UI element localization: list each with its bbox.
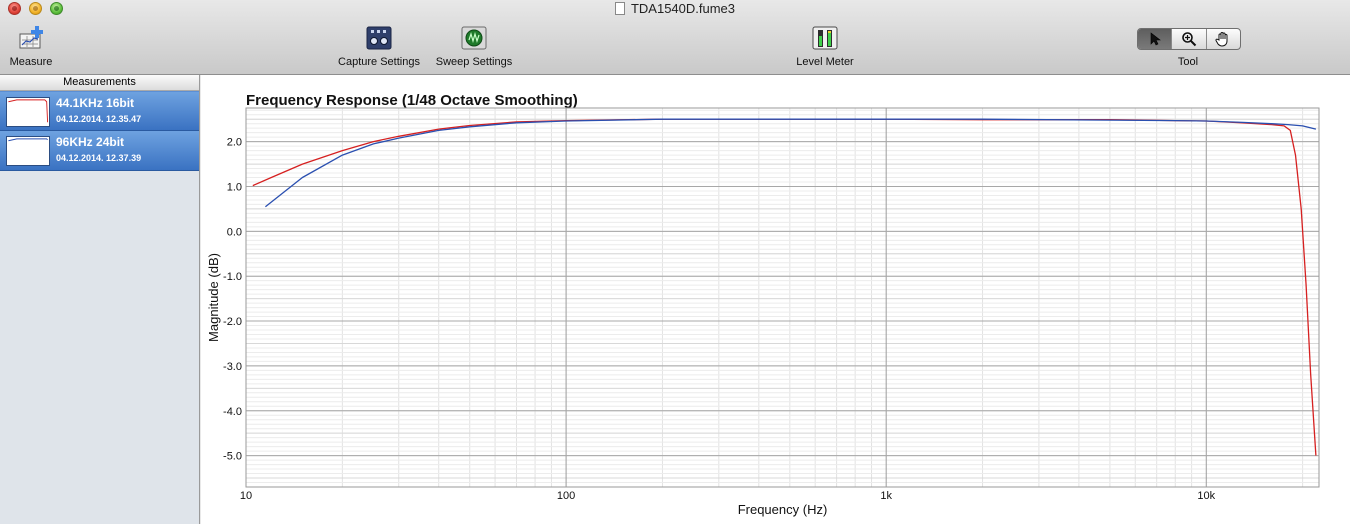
minor-grid [246,108,1319,488]
measure-button[interactable]: Measure [6,26,56,69]
x-tick-label: 1k [880,490,892,502]
sweep-settings-icon [461,26,487,50]
y-tick-label: 1.0 [227,181,242,193]
measurements-sidebar: Measurements 44.1KHz 16bit 04.12.2014. 1… [0,75,200,524]
chart-title: Frequency Response (1/48 Octave Smoothin… [246,92,578,109]
y-tick-label: 0.0 [227,226,242,238]
measure-icon [19,26,43,49]
y-tick-label: -1.0 [223,271,242,283]
measurement-date: 04.12.2014. 12.35.47 [56,114,142,124]
measurement-date: 04.12.2014. 12.37.39 [56,153,142,163]
pointer-tool-button[interactable] [1138,29,1173,49]
x-tick-labels: 10 100 1k 10k [240,490,1216,502]
plot-frame [245,107,1320,488]
tool-label: Tool [1177,56,1199,68]
plot-panel[interactable]: Frequency Response (1/48 Octave Smoothin… [201,75,1350,524]
window-toolbar: TDA1540D.fume3 Measure Capture Settings [0,0,1350,75]
hand-icon [1215,32,1228,47]
capture-settings-icon [366,26,392,50]
y-tick-label: -4.0 [223,406,242,418]
y-tick-label: -5.0 [223,451,242,463]
measurement-name: 44.1KHz 16bit [56,96,135,110]
sweep-settings-button[interactable]: Sweep Settings [432,26,516,69]
measurement-item-96k[interactable]: 96KHz 24bit 04.12.2014. 12.37.39 [0,131,199,171]
y-tick-labels: 2.0 1.0 0.0 -1.0 -2.0 -3.0 -4.0 -5.0 [223,137,242,463]
x-tick-label: 10 [240,490,252,502]
y-axis-label: Magnitude (dB) [206,253,221,342]
y-tick-label: -3.0 [223,361,242,373]
level-meter-button[interactable]: Level Meter [790,26,860,69]
y-tick-label: -2.0 [223,316,242,328]
major-grid [245,108,1319,487]
capture-settings-button[interactable]: Capture Settings [334,26,424,69]
document-icon [614,2,625,15]
level-meter-icon [812,26,838,50]
measurements-header: Measurements [0,75,199,91]
window-title: TDA1540D.fume3 [0,1,1350,17]
measurement-thumbnail [6,136,50,166]
x-axis-label: Frequency (Hz) [738,502,828,517]
measurement-item-44k[interactable]: 44.1KHz 16bit 04.12.2014. 12.35.47 [0,91,199,131]
y-tick-label: 2.0 [227,137,242,149]
measurement-thumbnail [6,97,50,127]
x-tick-label: 100 [557,490,575,502]
measurement-name: 96KHz 24bit [56,135,125,149]
hand-tool-button[interactable] [1207,29,1240,49]
tool-selector[interactable] [1137,28,1241,50]
pointer-icon [1150,32,1161,46]
zoom-tool-button[interactable] [1172,29,1207,49]
x-tick-label: 10k [1197,490,1215,502]
zoom-icon [1182,32,1197,47]
frequency-response-chart[interactable]: Frequency Response (1/48 Octave Smoothin… [201,75,1350,524]
